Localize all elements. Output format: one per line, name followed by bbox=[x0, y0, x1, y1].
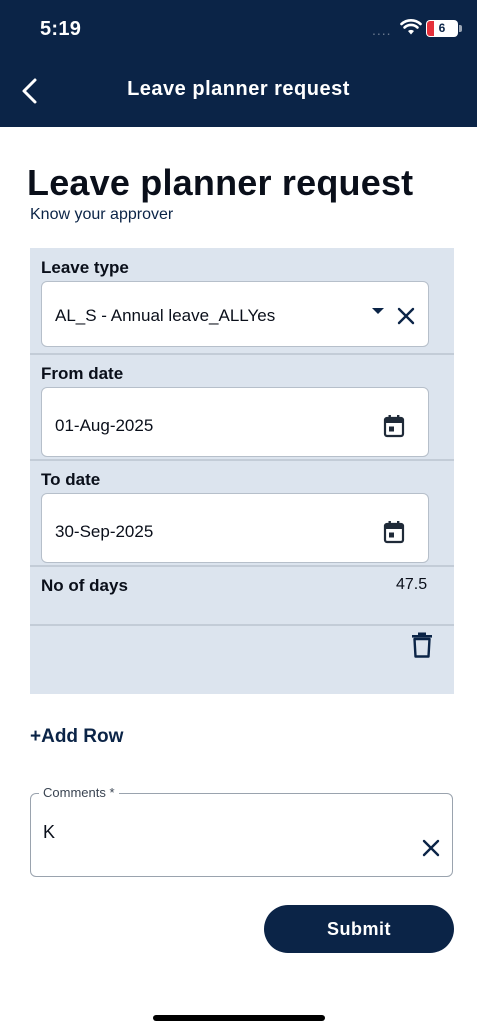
battery-level: 6 bbox=[438, 21, 446, 35]
signal-icon: .... bbox=[372, 22, 392, 38]
to-date-input[interactable]: 30-Sep-2025 bbox=[41, 493, 429, 563]
to-date-label: To date bbox=[41, 470, 101, 489]
to-date-value: 30-Sep-2025 bbox=[55, 522, 154, 541]
app-header: 5:19 .... 6 Leave planner request bbox=[0, 0, 477, 127]
row-divider bbox=[30, 459, 454, 461]
home-indicator bbox=[153, 1015, 325, 1021]
calendar-icon[interactable] bbox=[383, 414, 405, 438]
add-row-button[interactable]: +Add Row bbox=[30, 726, 123, 748]
wifi-icon bbox=[400, 19, 422, 35]
no-of-days-value: 47.5 bbox=[396, 576, 428, 593]
know-your-approver-link[interactable]: Know your approver bbox=[30, 206, 173, 224]
row-divider bbox=[30, 565, 454, 567]
battery-icon: 6 bbox=[426, 20, 458, 37]
leave-type-value: AL_S - Annual leave_ALLYes bbox=[55, 306, 276, 325]
clear-icon[interactable] bbox=[421, 838, 441, 858]
clear-icon[interactable] bbox=[396, 306, 416, 326]
calendar-icon[interactable] bbox=[383, 520, 405, 544]
row-divider bbox=[30, 353, 454, 355]
leave-row-panel: Leave type AL_S - Annual leave_ALLYes Fr… bbox=[30, 248, 454, 694]
leave-type-label: Leave type bbox=[41, 258, 129, 277]
dropdown-arrow-icon[interactable] bbox=[372, 308, 384, 314]
status-time: 5:19 bbox=[40, 18, 82, 40]
row-divider bbox=[30, 624, 454, 626]
leave-type-select[interactable]: AL_S - Annual leave_ALLYes bbox=[41, 281, 429, 347]
from-date-label: From date bbox=[41, 364, 124, 383]
submit-button[interactable]: Submit bbox=[264, 905, 454, 953]
nav-title: Leave planner request bbox=[127, 78, 350, 100]
comments-label: Comments * bbox=[39, 785, 119, 800]
from-date-input[interactable]: 01-Aug-2025 bbox=[41, 387, 429, 457]
battery-tip bbox=[459, 25, 462, 32]
comments-value: K bbox=[43, 822, 56, 842]
comments-field[interactable]: Comments * K bbox=[30, 785, 453, 877]
trash-icon[interactable] bbox=[411, 632, 433, 658]
status-bar: 5:19 .... 6 bbox=[0, 0, 477, 60]
no-of-days-label: No of days bbox=[41, 576, 128, 595]
from-date-value: 01-Aug-2025 bbox=[55, 416, 154, 435]
page-title: Leave planner request bbox=[27, 162, 414, 203]
